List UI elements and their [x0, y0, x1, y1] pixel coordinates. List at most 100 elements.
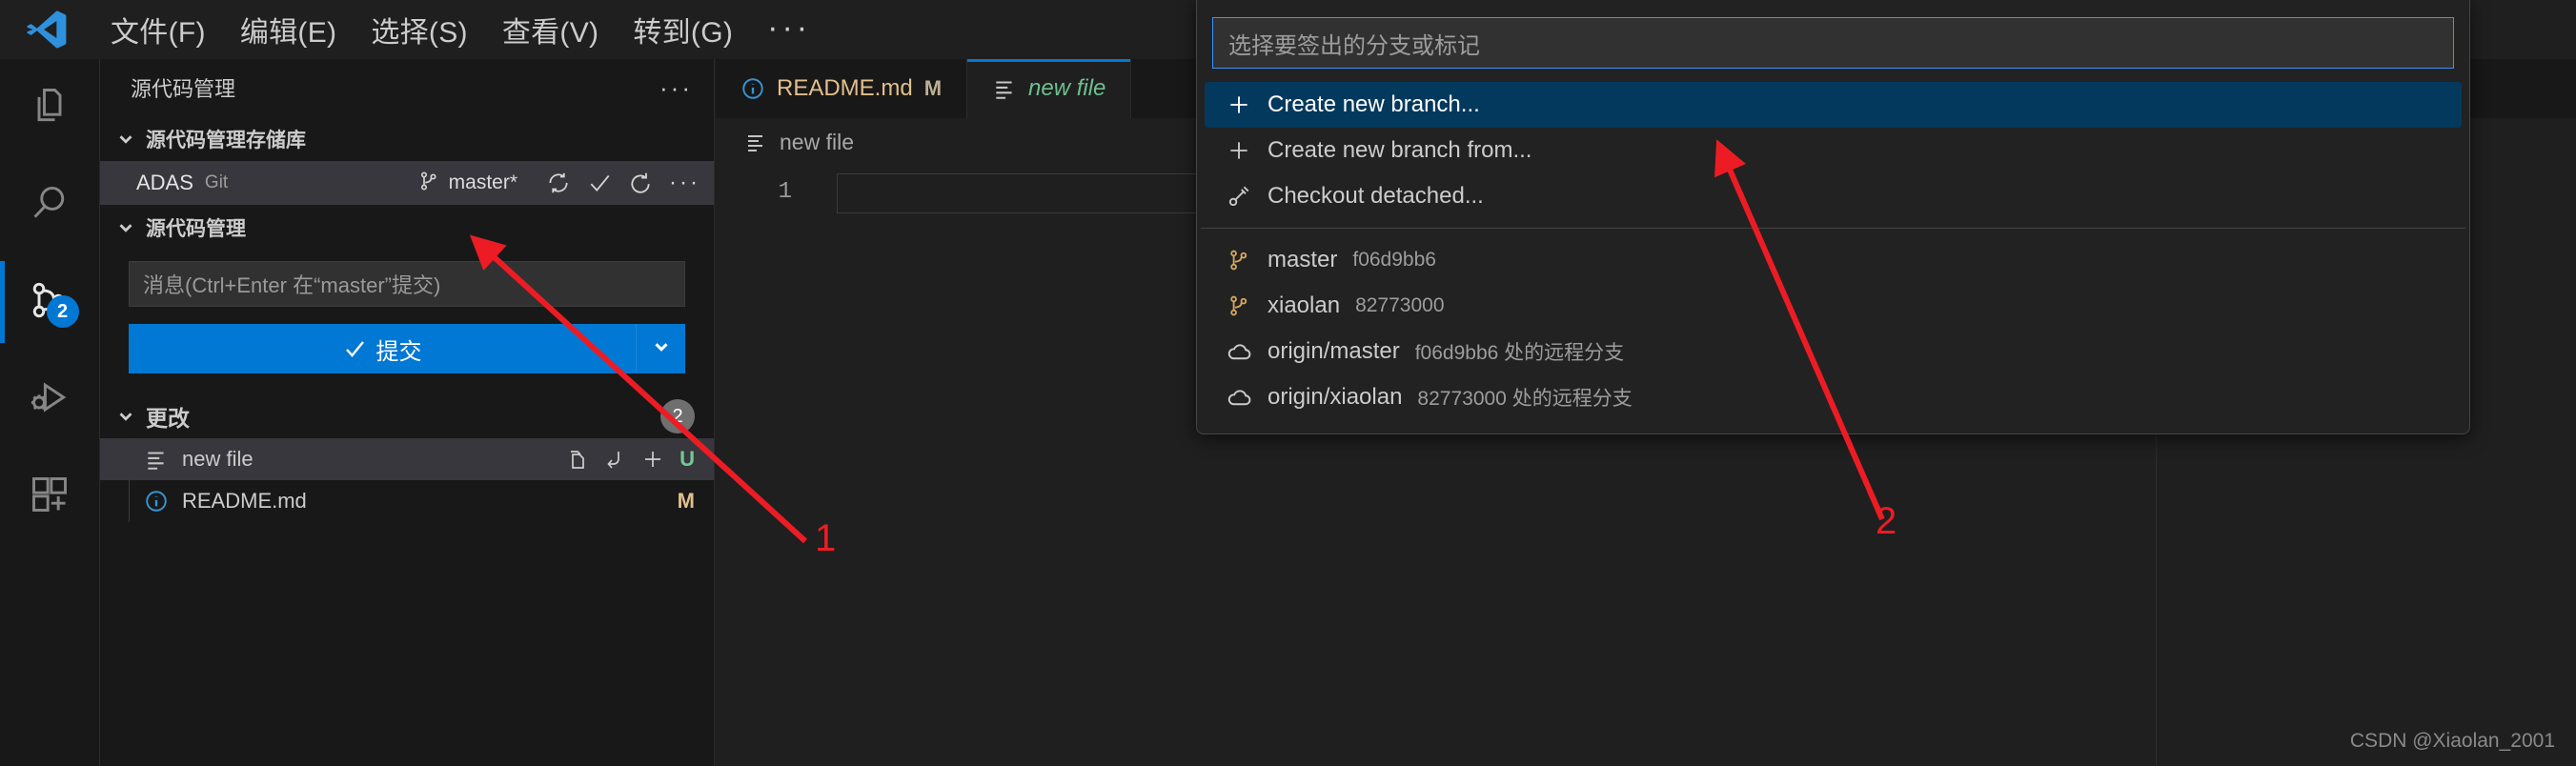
repository-more-icon[interactable]: ···: [669, 171, 700, 194]
quick-pick-item-checkout-detached[interactable]: Checkout detached...: [1205, 173, 2462, 219]
quick-pick-item-label: master: [1268, 247, 1338, 272]
editor-tab-label: README.md: [777, 75, 913, 101]
open-changes-icon[interactable]: [565, 448, 588, 471]
info-file-icon: [740, 76, 765, 101]
check-icon: [343, 337, 366, 360]
quick-pick-placeholder: 选择要签出的分支或标记: [1228, 32, 1480, 59]
branch-icon: [1226, 247, 1252, 273]
files-icon: [29, 85, 71, 131]
watermark: CSDN @Xiaolan_2001: [2349, 730, 2555, 752]
changes-list-item[interactable]: new file U: [100, 438, 714, 480]
discard-changes-icon[interactable]: [603, 448, 626, 471]
section-label-changes: 更改: [146, 406, 190, 431]
quick-pick-item-description: f06d9bb6: [1352, 249, 1436, 271]
vscode-logo-icon: [25, 8, 69, 51]
chevron-down-icon: [115, 217, 136, 238]
repository-name: ADAS: [136, 171, 193, 194]
changed-file-actions: U: [565, 447, 695, 472]
plain-file-icon: [744, 131, 767, 153]
quick-pick-item-label: Checkout detached...: [1268, 183, 1484, 209]
breadcrumb-label: new file: [780, 129, 854, 154]
section-header-changes[interactable]: 更改 2: [100, 394, 714, 438]
repository-actions: ···: [546, 171, 700, 195]
chevron-down-icon: [115, 406, 136, 427]
repository-row[interactable]: ADAS Git master* ···: [100, 161, 714, 205]
branch-name: master*: [448, 171, 518, 193]
search-icon: [29, 182, 71, 229]
section-label-repositories: 源代码管理存储库: [146, 129, 306, 151]
commit-check-icon[interactable]: [587, 171, 612, 195]
quick-pick-item-origin-master[interactable]: origin/master f06d9bb6 处的远程分支: [1205, 329, 2462, 374]
quick-pick-item-label: Create new branch...: [1268, 91, 1480, 117]
menu-item-edit[interactable]: 编辑(E): [223, 5, 355, 54]
quick-pick-item-xiaolan[interactable]: xiaolan 82773000: [1205, 283, 2462, 329]
quick-pick-item-description: 82773000 处的远程分支: [1417, 388, 1633, 410]
quick-pick-input-wrap: 选择要签出的分支或标记: [1197, 0, 2469, 80]
menu-item-more[interactable]: ···: [750, 10, 828, 50]
activitybar-item-run-debug[interactable]: [0, 351, 100, 448]
changes-list-item[interactable]: README.md M: [100, 480, 714, 522]
annotation-marker-1: 1: [815, 517, 837, 559]
quick-pick-item-label: origin/master: [1268, 338, 1400, 364]
repository-branch-button[interactable]: master*: [417, 170, 517, 197]
annotation-marker-2: 2: [1876, 500, 1897, 542]
run-and-debug-icon: [29, 376, 71, 423]
quick-pick-item-description: f06d9bb6 处的远程分支: [1414, 342, 1625, 364]
source-control-badge: 2: [46, 295, 79, 328]
quick-pick-list: Create new branch... Create new branch f…: [1197, 80, 2469, 420]
editor-tab-readme[interactable]: README.md M: [716, 59, 968, 118]
sidebar-title-bar: 源代码管理 ···: [100, 59, 714, 116]
quick-pick-item-create-new-branch-from[interactable]: Create new branch from...: [1205, 128, 2462, 173]
extensions-icon: [29, 474, 71, 520]
editor-tab-status: M: [923, 76, 943, 100]
quick-pick-input[interactable]: 选择要签出的分支或标记: [1212, 17, 2454, 69]
line-number: 1: [778, 179, 792, 205]
quick-pick-branch-selector: 选择要签出的分支或标记 Create new branch... Create …: [1196, 0, 2470, 434]
quick-pick-item-origin-xiaolan[interactable]: origin/xiaolan 82773000 处的远程分支: [1205, 374, 2462, 420]
refresh-icon[interactable]: [628, 171, 653, 195]
changed-file-actions: M: [678, 489, 695, 514]
repository-type: Git: [204, 172, 229, 192]
menu-item-selection[interactable]: 选择(S): [354, 5, 485, 54]
activitybar-item-extensions[interactable]: [0, 448, 100, 545]
quick-pick-item-master[interactable]: master f06d9bb6: [1205, 237, 2462, 283]
commit-dropdown-button[interactable]: [636, 324, 685, 373]
quick-pick-item-create-new-branch[interactable]: Create new branch...: [1205, 82, 2462, 128]
branch-icon: [417, 170, 440, 197]
sidebar-source-control: 源代码管理 ··· 源代码管理存储库 ADAS Git master* ··· …: [100, 59, 715, 766]
quick-pick-item-label: Create new branch from...: [1268, 137, 1532, 163]
activitybar-item-source-control[interactable]: 2: [0, 253, 100, 351]
section-header-repositories[interactable]: 源代码管理存储库: [100, 116, 714, 161]
menu-item-view[interactable]: 查看(V): [485, 5, 617, 54]
editor-tab-label: new file: [1028, 75, 1106, 101]
detached-icon: [1226, 183, 1252, 210]
chevron-down-icon: [115, 129, 136, 150]
commit-button[interactable]: 提交: [129, 324, 636, 373]
menu-item-file[interactable]: 文件(F): [93, 5, 223, 54]
sidebar-title: 源代码管理: [131, 77, 236, 101]
stage-changes-icon[interactable]: [641, 448, 664, 471]
section-label-source-control: 源代码管理: [146, 217, 246, 240]
info-file-icon: [144, 489, 169, 514]
commit-button-group: 提交: [129, 324, 685, 373]
cloud-icon: [1226, 338, 1252, 365]
commit-message-input[interactable]: 消息(Ctrl+Enter 在“master”提交): [129, 261, 685, 307]
chevron-down-icon: [651, 336, 672, 362]
sidebar-more-icon[interactable]: ···: [659, 73, 693, 103]
plus-icon: [1226, 137, 1252, 164]
vscode-window: 文件(F) 编辑(E) 选择(S) 查看(V) 转到(G) ··· 2 源代码管…: [0, 0, 2576, 766]
cloud-icon: [1226, 384, 1252, 411]
file-status-badge: U: [679, 447, 695, 471]
activity-bar: 2: [0, 59, 100, 766]
commit-message-placeholder: 消息(Ctrl+Enter 在“master”提交): [143, 273, 441, 297]
section-header-source-control[interactable]: 源代码管理: [100, 205, 714, 250]
tree-indent-guide: [129, 438, 130, 480]
sync-icon[interactable]: [546, 171, 571, 195]
editor-tab-new-file[interactable]: new file: [967, 59, 1132, 118]
menu-item-go[interactable]: 转到(G): [616, 5, 750, 54]
activitybar-item-search[interactable]: [0, 156, 100, 253]
changed-file-name: new file: [182, 447, 254, 471]
menu-bar[interactable]: 文件(F) 编辑(E) 选择(S) 查看(V) 转到(G) ···: [93, 5, 828, 54]
activitybar-item-explorer[interactable]: [0, 59, 100, 156]
plain-file-icon: [144, 447, 169, 472]
